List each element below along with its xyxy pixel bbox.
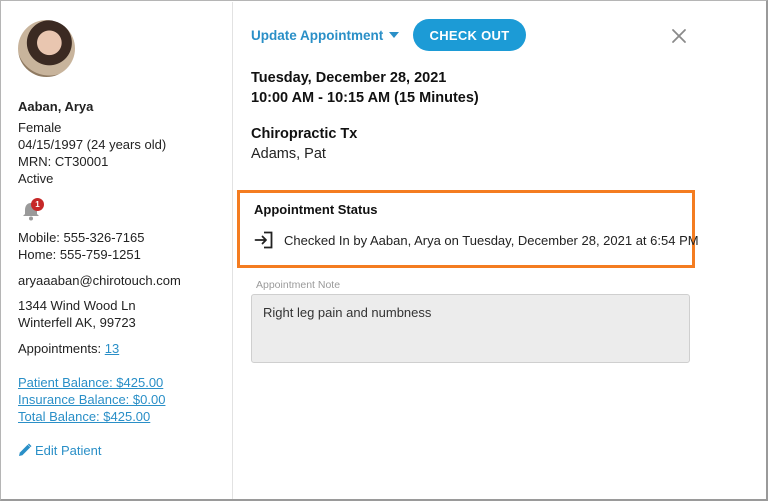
appointment-date: Tuesday, December 28, 2021 <box>251 70 447 86</box>
appointment-dialog: Aaban, Arya Female 04/15/1997 (24 years … <box>0 0 768 501</box>
check-in-icon <box>254 231 273 249</box>
appointment-time: 10:00 AM - 10:15 AM (15 Minutes) <box>251 90 479 106</box>
pencil-icon <box>19 443 32 456</box>
close-icon[interactable] <box>670 27 688 45</box>
patient-gender: Female <box>18 120 62 135</box>
appointments-row: Appointments: 13 <box>18 340 119 357</box>
total-balance-link[interactable]: Total Balance: $425.00 <box>18 408 150 425</box>
notification-badge: 1 <box>31 198 44 211</box>
patient-email: aryaaaban@chirotouch.com <box>18 273 181 288</box>
patient-mrn: MRN: CT30001 <box>18 154 109 169</box>
check-out-button[interactable]: CHECK OUT <box>413 19 526 51</box>
insurance-balance-link[interactable]: Insurance Balance: $0.00 <box>18 391 165 408</box>
patient-sidebar: Aaban, Arya Female 04/15/1997 (24 years … <box>2 2 233 499</box>
patient-dob: 04/15/1997 (24 years old) <box>18 137 167 152</box>
patient-address-line2: Winterfell AK, 99723 <box>18 315 136 330</box>
appointments-count-link[interactable]: 13 <box>105 341 119 356</box>
appointment-note-field[interactable]: Right leg pain and numbness <box>251 294 690 363</box>
appointment-status-text: Checked In by Aaban, Arya on Tuesday, De… <box>284 233 699 248</box>
edit-patient-link[interactable]: Edit Patient <box>18 442 102 459</box>
patient-address-line1: 1344 Wind Wood Ln <box>18 298 136 313</box>
patient-home-phone: Home: 555-759-1251 <box>18 247 141 262</box>
appointment-status-panel: Appointment Status Checked In by Aaban, … <box>237 190 699 268</box>
patient-mobile: Mobile: 555-326-7165 <box>18 230 145 245</box>
patient-avatar <box>18 20 75 77</box>
patient-balance-link[interactable]: Patient Balance: $425.00 <box>18 374 163 391</box>
update-appointment-dropdown[interactable]: Update Appointment <box>251 28 400 43</box>
appointment-provider: Adams, Pat <box>251 146 326 162</box>
appointment-status-title: Appointment Status <box>254 202 378 217</box>
update-appointment-label: Update Appointment <box>251 28 384 43</box>
patient-name: Aaban, Arya <box>18 99 94 114</box>
patient-status: Active <box>18 171 54 186</box>
caret-down-icon <box>389 32 400 38</box>
edit-patient-label: Edit Patient <box>35 443 102 458</box>
appointment-type: Chiropractic Tx <box>251 126 358 142</box>
appointment-main: Update Appointment CHECK OUT Tuesday, De… <box>234 2 767 499</box>
appointments-label: Appointments: <box>18 341 102 356</box>
appointment-note-label: Appointment Note <box>256 279 341 291</box>
